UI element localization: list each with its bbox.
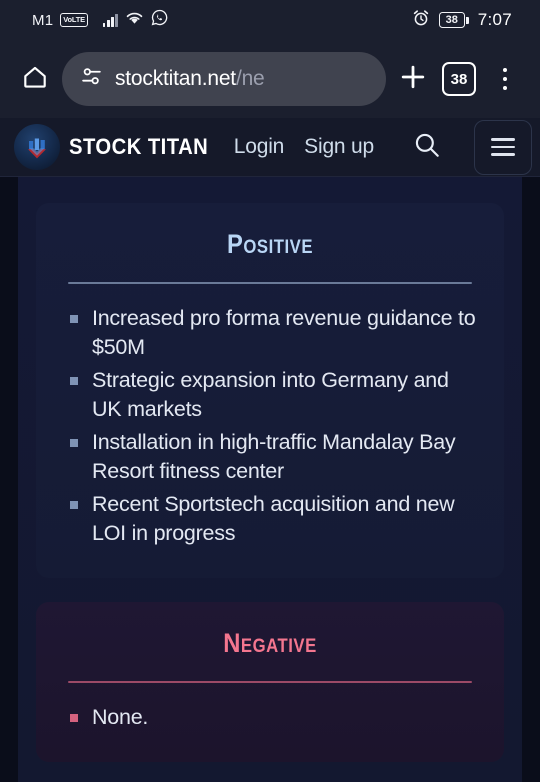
carrier-label: M1 [32, 11, 54, 29]
login-link[interactable]: Login [234, 135, 285, 159]
negative-card-title: Negative [223, 628, 317, 658]
list-item: Increased pro forma revenue guidance to … [68, 304, 482, 362]
search-button[interactable] [412, 130, 442, 165]
page-info-icon[interactable] [80, 65, 103, 93]
home-icon [21, 63, 49, 96]
home-button[interactable] [12, 56, 58, 102]
tab-count-badge: 38 [442, 62, 476, 96]
plus-icon [398, 62, 428, 97]
positive-bullet-list: Increased pro forma revenue guidance to … [58, 304, 482, 548]
positive-card-title: Positive [226, 229, 314, 259]
article-content: Positive Increased pro forma revenue gui… [18, 177, 522, 782]
header-nav: Login Sign up [234, 119, 532, 175]
browser-toolbar: stocktitan.net/ne 38 [0, 40, 540, 118]
battery-level-label: 38 [438, 12, 465, 28]
tab-switcher-button[interactable]: 38 [436, 56, 482, 102]
volte-badge: VoLTE [60, 13, 88, 27]
new-tab-button[interactable] [390, 56, 436, 102]
negative-card-divider [68, 681, 472, 683]
positive-card: Positive Increased pro forma revenue gui… [36, 203, 504, 578]
url-host: stocktitan.net [115, 67, 236, 90]
status-bar-left: M1 VoLTE [32, 9, 168, 31]
list-item: Recent Sportstech acquisition and new LO… [68, 490, 482, 548]
hamburger-menu-button[interactable] [474, 119, 532, 175]
positive-card-divider [68, 282, 472, 284]
negative-bullet-list: None. [58, 703, 482, 732]
signup-link[interactable]: Sign up [304, 135, 374, 159]
wifi-icon [125, 10, 144, 30]
battery-indicator: 38 [438, 12, 469, 28]
address-bar[interactable]: stocktitan.net/ne [62, 52, 386, 106]
browser-menu-button[interactable] [482, 56, 528, 102]
alarm-clock-icon [412, 9, 430, 32]
android-status-bar: M1 VoLTE 38 7:07 [0, 0, 540, 40]
list-item: None. [68, 703, 482, 732]
brand-label[interactable]: STOCK TITAN [69, 134, 208, 160]
hamburger-menu-icon [491, 138, 515, 141]
url-path: /ne [235, 67, 265, 90]
page-body: Positive Increased pro forma revenue gui… [0, 177, 540, 782]
list-item: Strategic expansion into Germany and UK … [68, 366, 482, 424]
battery-tip [466, 16, 469, 24]
status-bar-right: 38 7:07 [412, 9, 512, 32]
search-icon [412, 130, 442, 165]
negative-card: Negative None. [36, 602, 504, 762]
list-item: Installation in high-traffic Mandalay Ba… [68, 428, 482, 486]
clock-label: 7:07 [477, 10, 512, 29]
url-text[interactable]: stocktitan.net/ne [115, 67, 265, 91]
whatsapp-icon [151, 9, 168, 31]
signal-bars-icon [102, 13, 118, 27]
site-header: STOCK TITAN Login Sign up [0, 118, 540, 177]
kebab-menu-icon [502, 67, 508, 91]
stock-titan-logo-icon[interactable] [14, 124, 60, 170]
